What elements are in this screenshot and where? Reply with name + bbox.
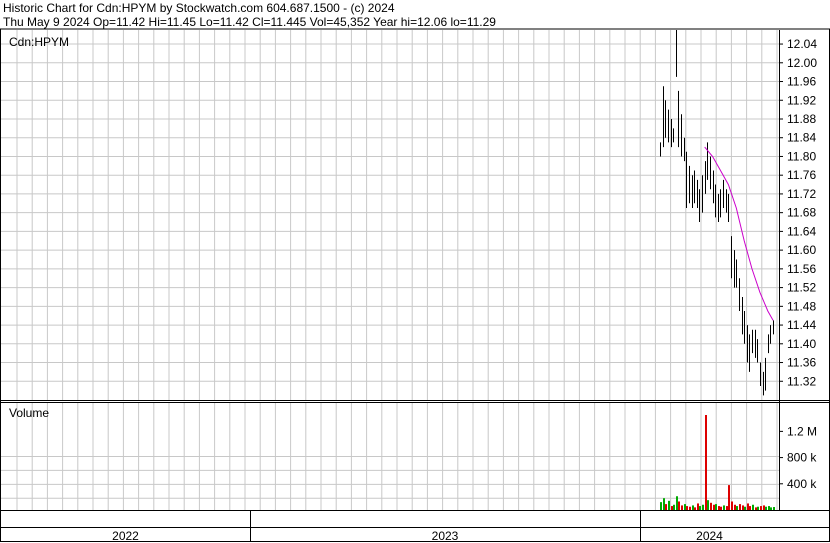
volume-bar — [694, 507, 696, 510]
price-tick-label: 11.36 — [787, 356, 816, 370]
volume-bar — [673, 504, 675, 510]
volume-bar — [723, 505, 725, 510]
volume-panel-title: Volume — [9, 406, 49, 420]
x-period-label: 2023 — [432, 529, 459, 543]
volume-bar — [686, 506, 688, 510]
volume-bars — [660, 415, 775, 510]
volume-bar — [689, 506, 691, 510]
moving-average — [704, 146, 774, 321]
volume-bar — [728, 485, 730, 510]
volume-bar — [755, 507, 757, 510]
volume-bar — [760, 506, 762, 510]
volume-tick-label: 400 k — [787, 477, 817, 491]
volume-bar — [702, 504, 704, 510]
volume-bar — [684, 504, 686, 510]
price-tick-label: 12.04 — [787, 37, 817, 51]
volume-bar — [768, 506, 770, 510]
volume-bar — [720, 506, 722, 510]
price-tick-label: 11.76 — [787, 168, 816, 182]
volume-bar — [715, 504, 717, 510]
volume-bar — [668, 500, 670, 510]
price-tick-label: 11.56 — [787, 262, 816, 276]
price-tick-label: 11.72 — [787, 187, 816, 201]
price-tick-label: 11.44 — [787, 318, 816, 332]
axis-ticks: 12.04 12.00 11.96 11.92 11.88 11.84 11.80 11.76… — [779, 37, 817, 491]
volume-bar — [752, 504, 754, 510]
volume-bar — [692, 505, 694, 510]
price-tick-label: 11.96 — [787, 75, 816, 89]
stock-chart: 12.04 12.00 11.96 11.92 11.88 11.84 11.80 11.76… — [0, 28, 830, 543]
volume-bar — [726, 506, 728, 510]
x-period-label: 2022 — [112, 529, 139, 543]
price-tick-label: 11.60 — [787, 243, 816, 257]
volume-tick-label: 1.2 M — [787, 424, 817, 438]
volume-bar — [663, 498, 665, 510]
price-tick-label: 11.68 — [787, 206, 816, 220]
volume-bar — [747, 503, 749, 510]
price-tick-label: 11.48 — [787, 299, 816, 313]
volume-bar — [757, 506, 759, 510]
volume-bar — [678, 501, 680, 510]
ma-line — [704, 146, 774, 321]
volume-bar — [742, 505, 744, 510]
volume-bar — [718, 506, 720, 510]
volume-bar — [765, 506, 767, 510]
volume-bar — [736, 506, 738, 510]
volume-tick-label: 800 k — [787, 451, 817, 465]
price-tick-label: 11.92 — [787, 93, 816, 107]
price-tick-label: 12.00 — [787, 56, 817, 70]
price-tick-label: 11.52 — [787, 281, 816, 295]
volume-bar — [707, 500, 709, 510]
volume-bar — [697, 503, 699, 510]
volume-bar — [773, 507, 775, 510]
volume-bar — [665, 504, 667, 510]
price-tick-label: 11.80 — [787, 149, 816, 163]
volume-bar — [770, 507, 772, 510]
price-grid — [1, 30, 779, 400]
volume-bar — [671, 506, 673, 510]
price-tick-label: 11.88 — [787, 112, 816, 126]
chart-root: Historic Chart for Cdn:HPYM by Stockwatc… — [0, 0, 830, 543]
volume-bar — [739, 504, 741, 510]
price-panel-title: Cdn:HPYM — [9, 35, 69, 49]
price-tick-label: 11.40 — [787, 337, 816, 351]
volume-bar — [676, 496, 678, 510]
volume-bar — [713, 504, 715, 510]
volume-bar — [763, 505, 765, 510]
volume-bar — [710, 502, 712, 510]
volume-grid — [1, 403, 779, 510]
x-axis-periods: 2022 2023 2024 — [112, 510, 723, 543]
price-tick-label: 11.32 — [787, 374, 816, 388]
x-period-label: 2024 — [696, 529, 723, 543]
volume-bar — [660, 502, 662, 510]
volume-bar — [744, 506, 746, 510]
volume-bar — [731, 501, 733, 510]
volume-bar — [681, 505, 683, 510]
price-tick-label: 11.64 — [787, 224, 816, 238]
price-tick-label: 11.84 — [787, 131, 816, 145]
volume-bar — [705, 415, 707, 510]
volume-bar — [734, 504, 736, 510]
volume-bar — [749, 506, 751, 510]
volume-bar — [699, 506, 701, 510]
